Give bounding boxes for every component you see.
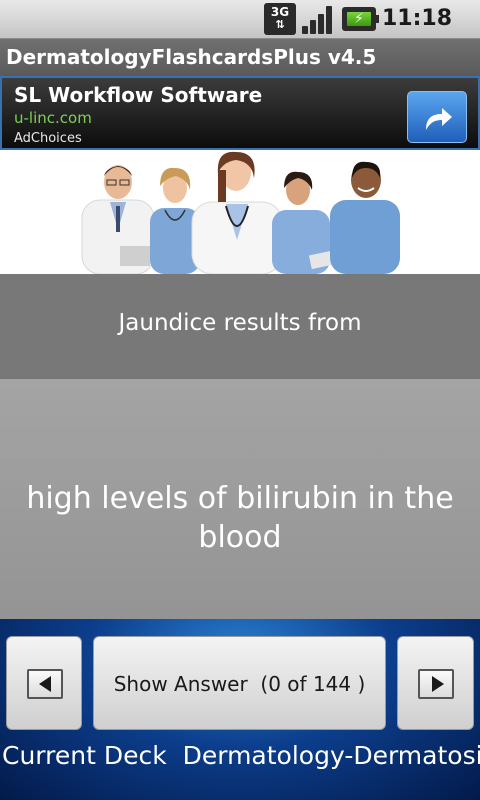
doctor-figure <box>81 165 155 274</box>
signal-icon <box>302 4 336 34</box>
clock-time: 11:18 <box>382 6 453 31</box>
deck-name: Dermatology-Dermatosis <box>182 741 480 770</box>
share-arrow-icon <box>426 108 452 130</box>
ad-title[interactable]: SL Workflow Software <box>14 83 262 107</box>
doctor-figure <box>191 151 283 274</box>
answer-panel: high levels of bilirubin in the blood <box>0 379 480 619</box>
deck-label: Current Deck <box>2 741 167 770</box>
controls-area: Show Answer (0 of 144 ) Current Deck Der… <box>0 619 480 800</box>
previous-card-button[interactable] <box>6 636 82 730</box>
next-card-button[interactable] <box>397 636 474 730</box>
ad-open-button[interactable] <box>407 91 467 143</box>
app-title: DermatologyFlashcardsPlus v4.5 <box>6 45 377 69</box>
question-text: Jaundice results from <box>118 310 362 336</box>
app-title-bar: DermatologyFlashcardsPlus v4.5 <box>0 38 480 76</box>
ad-choices-link[interactable]: AdChoices <box>14 131 82 146</box>
doctors-team-image <box>0 150 480 274</box>
status-bar: 3G ⇅ ⚡ 11:18 PM <box>0 0 480 54</box>
battery-charging-icon: ⚡ <box>342 7 379 31</box>
ad-banner[interactable]: SL Workflow Software u-linc.com AdChoice… <box>0 76 480 150</box>
answer-text: high levels of bilirubin in the blood <box>26 481 454 555</box>
network-3g-icon: 3G ⇅ <box>264 3 296 35</box>
question-panel: Jaundice results from <box>0 274 480 379</box>
network-label: 3G <box>270 5 290 19</box>
current-deck-line: Current Deck Dermatology-Dermatosis <box>2 741 480 770</box>
show-answer-button[interactable]: Show Answer (0 of 144 ) <box>93 636 386 730</box>
show-answer-label: Show Answer (0 of 144 ) <box>113 672 366 696</box>
arrow-right-icon <box>418 669 454 699</box>
arrow-left-icon <box>27 669 63 699</box>
ad-url[interactable]: u-linc.com <box>14 109 92 127</box>
doctor-figure <box>330 161 400 274</box>
